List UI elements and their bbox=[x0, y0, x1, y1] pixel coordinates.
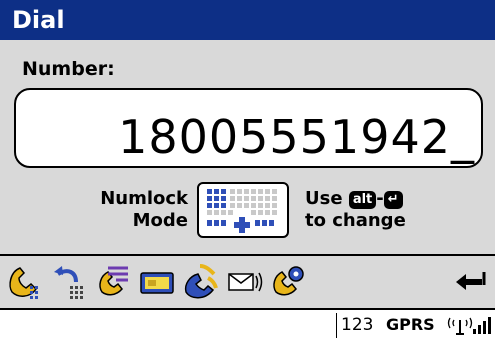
call-log-icon[interactable] bbox=[180, 260, 222, 304]
enter-key-icon: ↵ bbox=[383, 191, 403, 209]
input-mode-indicator[interactable]: 123 bbox=[341, 315, 373, 335]
key-dash: - bbox=[376, 188, 384, 209]
numlock-help-line1: Use alt - ↵ bbox=[305, 188, 485, 210]
numlock-help-line2: to change bbox=[305, 210, 406, 231]
toolbar bbox=[0, 254, 495, 310]
numeric-keypad-icon[interactable] bbox=[197, 182, 289, 238]
back-arrow-icon[interactable] bbox=[448, 260, 490, 304]
number-field[interactable]: 18005551942_ bbox=[14, 88, 483, 168]
window-title: Dial bbox=[0, 0, 495, 40]
numlock-line2: Mode bbox=[132, 210, 188, 231]
dial-panel: Number: 18005551942_ Numlock Mode Use al… bbox=[0, 40, 495, 254]
numlock-help: Use alt - ↵ to change bbox=[305, 188, 485, 232]
numlock-line1: Numlock bbox=[100, 188, 188, 209]
dial-phone-icon[interactable] bbox=[4, 260, 46, 304]
number-value: 18005551942_ bbox=[118, 110, 475, 164]
redial-icon[interactable] bbox=[48, 260, 90, 304]
signal-strength-icon[interactable] bbox=[446, 312, 492, 340]
voicemail-icon[interactable] bbox=[224, 260, 266, 304]
use-text: Use bbox=[305, 188, 343, 209]
network-type: GPRS bbox=[386, 315, 435, 334]
sim-card-icon[interactable] bbox=[136, 260, 178, 304]
status-separator bbox=[336, 313, 337, 338]
status-bar: 123 GPRS bbox=[0, 310, 495, 338]
numlock-mode-label: Numlock Mode bbox=[60, 188, 188, 232]
number-label: Number: bbox=[22, 58, 115, 80]
call-settings-icon[interactable] bbox=[268, 260, 310, 304]
speed-dial-icon[interactable] bbox=[92, 260, 134, 304]
alt-key-badge: alt bbox=[348, 191, 377, 209]
